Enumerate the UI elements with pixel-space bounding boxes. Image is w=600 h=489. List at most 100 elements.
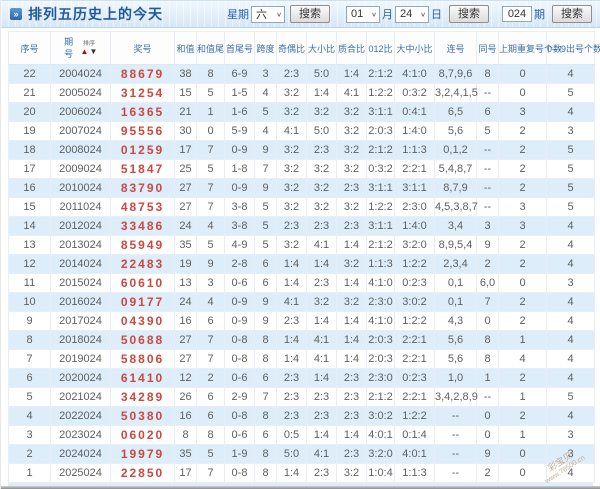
table-cell: 2:3:0 (394, 197, 435, 217)
table-row: 11 2015024 60610 13 3 0-6 6 1:4 2:3 1:4 4:1:0 0:2:3… (8, 273, 595, 293)
chevron-down-icon: ∨ (371, 10, 377, 18)
table-row: 16 2010024 83790 27 7 0-9 9 3:2 3:2 2:3 3:1:1 3:1:1… (8, 178, 595, 198)
sort-asc-icon[interactable]: ▲ (81, 48, 89, 56)
title-arrow-icon: » (10, 8, 22, 20)
table-cell: 4-9 (224, 235, 255, 255)
table-cell: 4 (546, 216, 595, 236)
table-cell: 2025024 (50, 463, 111, 483)
month-select-value: 01 (351, 8, 364, 20)
table-cell: 0-8 (224, 463, 255, 483)
table-cell: 0 (498, 83, 547, 103)
prize-number-cell: 04390 (110, 311, 175, 331)
table-cell: 3:1:1 (394, 178, 435, 198)
table-cell: 2:0:3 (366, 349, 395, 369)
header-issue: 期号 排序 ▲ ▼ (50, 31, 111, 65)
table-cell: 0 (476, 425, 499, 445)
page: » 排列五历史上的今天 星期 六 ∨ 搜索 01 ∨ 月 24 ∨ 日 搜索 0… (0, 0, 600, 489)
table-cell: 6,5 (434, 102, 477, 122)
table-cell: 2:3 (276, 311, 307, 331)
table-cell: 2014024 (50, 254, 111, 274)
table-cell: 1:1:3 (366, 254, 395, 274)
table-cell: 1:4 (276, 273, 307, 293)
prize-number-cell: 58806 (110, 349, 175, 369)
table-cell: 1:2:2 (394, 406, 435, 426)
table-cell: 0-9 (224, 178, 255, 198)
table-cell: 0-9 (224, 311, 255, 331)
table-cell: 2019024 (50, 349, 111, 369)
week-search-button[interactable]: 搜索 (290, 5, 330, 23)
table-cell: -- (434, 425, 477, 445)
prize-number-cell: 33486 (110, 216, 175, 236)
table-cell: 3:0:2 (394, 292, 435, 312)
table-row: 4 2022024 50380 16 6 0-8 8 2:3 2:3 2:3 3:0:2 1:2:2-… (8, 406, 595, 426)
table-cell: 5,6 (434, 330, 477, 350)
table-cell: 17 (8, 159, 51, 179)
table-cell: 2:2:1 (394, 387, 435, 407)
table-cell: 2007024 (50, 121, 111, 141)
table-cell: 0-9 (224, 140, 255, 160)
table-cell: 8 (476, 64, 499, 84)
week-select-value: 六 (256, 9, 267, 21)
table-cell: 7 (254, 387, 277, 407)
month-select[interactable]: 01 ∨ (346, 5, 380, 23)
table-cell: 5-9 (224, 121, 255, 141)
issue-input[interactable] (502, 6, 532, 22)
day-select[interactable]: 24 ∨ (395, 5, 429, 23)
table-cell: 20 (8, 102, 51, 122)
table-cell: 2023024 (50, 425, 111, 445)
table-cell: 3:2 (276, 102, 307, 122)
header-sum-tail: 和值尾 (196, 31, 225, 65)
table-cell: 8 (476, 330, 499, 350)
sort-desc-icon[interactable]: ▼ (89, 48, 97, 56)
table-cell: 3:2 (336, 463, 367, 483)
table-cell: 9 (254, 292, 277, 312)
table-cell: 4,3 (434, 311, 477, 331)
table-cell: 2018024 (50, 330, 111, 350)
table-cell: 3,4,2,8,9 (434, 387, 478, 407)
table-cell: 5 (546, 140, 595, 160)
table-cell: 5:0 (306, 64, 337, 84)
issue-search-button[interactable]: 搜索 (552, 5, 592, 23)
table-cell: 4:1 (306, 235, 337, 255)
date-search-button[interactable]: 搜索 (449, 5, 489, 23)
table-cell: 9 (8, 311, 51, 331)
table-cell: 1:4 (306, 368, 337, 388)
table-cell: 2:3 (276, 64, 307, 84)
table-cell: 16 (174, 406, 197, 426)
table-cell: 2:3 (276, 216, 307, 236)
table-cell: 4 (8, 406, 51, 426)
table-cell: 1-9 (224, 444, 255, 464)
sort-caption: 排序 (82, 40, 95, 47)
table-cell: 2 (498, 292, 547, 312)
table-cell: 0,1 (434, 292, 477, 312)
table-cell: 15 (174, 83, 197, 103)
header-big-small: 大小比 (306, 31, 337, 65)
table-cell: 6 (254, 254, 277, 274)
table-cell: 7 (196, 140, 225, 160)
table-cell: 5:0 (306, 121, 337, 141)
table-cell: 0:3:2 (366, 159, 395, 179)
table-cell: 3:2 (276, 159, 307, 179)
prize-number-cell: 51847 (110, 159, 175, 179)
table-cell: 4 (196, 216, 225, 236)
table-cell: 4:1:0 (394, 64, 435, 84)
table-cell: 1 (498, 330, 547, 350)
table-cell: 24 (174, 292, 197, 312)
table-cell: 5 (546, 159, 595, 179)
header-sum: 和值 (174, 31, 197, 65)
table-cell: 27 (174, 197, 197, 217)
table-cell: 1:0:4 (366, 463, 395, 483)
table-cell: 5 (196, 235, 225, 255)
prize-number-cell: 50688 (110, 330, 175, 350)
table-cell: 2-9 (224, 387, 255, 407)
week-select[interactable]: 六 ∨ (251, 5, 285, 23)
table-cell: 2017024 (50, 311, 111, 331)
table-cell: 0,1,2 (434, 140, 477, 160)
table-cell: 9 (476, 235, 499, 255)
table-cell: 1:4 (336, 330, 367, 350)
sort-widget: 排序 ▲ ▼ (81, 40, 98, 56)
table-cell: 2 (498, 178, 547, 198)
prize-number-cell: 31254 (110, 83, 175, 103)
table-cell: -- (434, 444, 477, 464)
table-cell: 16 (8, 178, 51, 198)
